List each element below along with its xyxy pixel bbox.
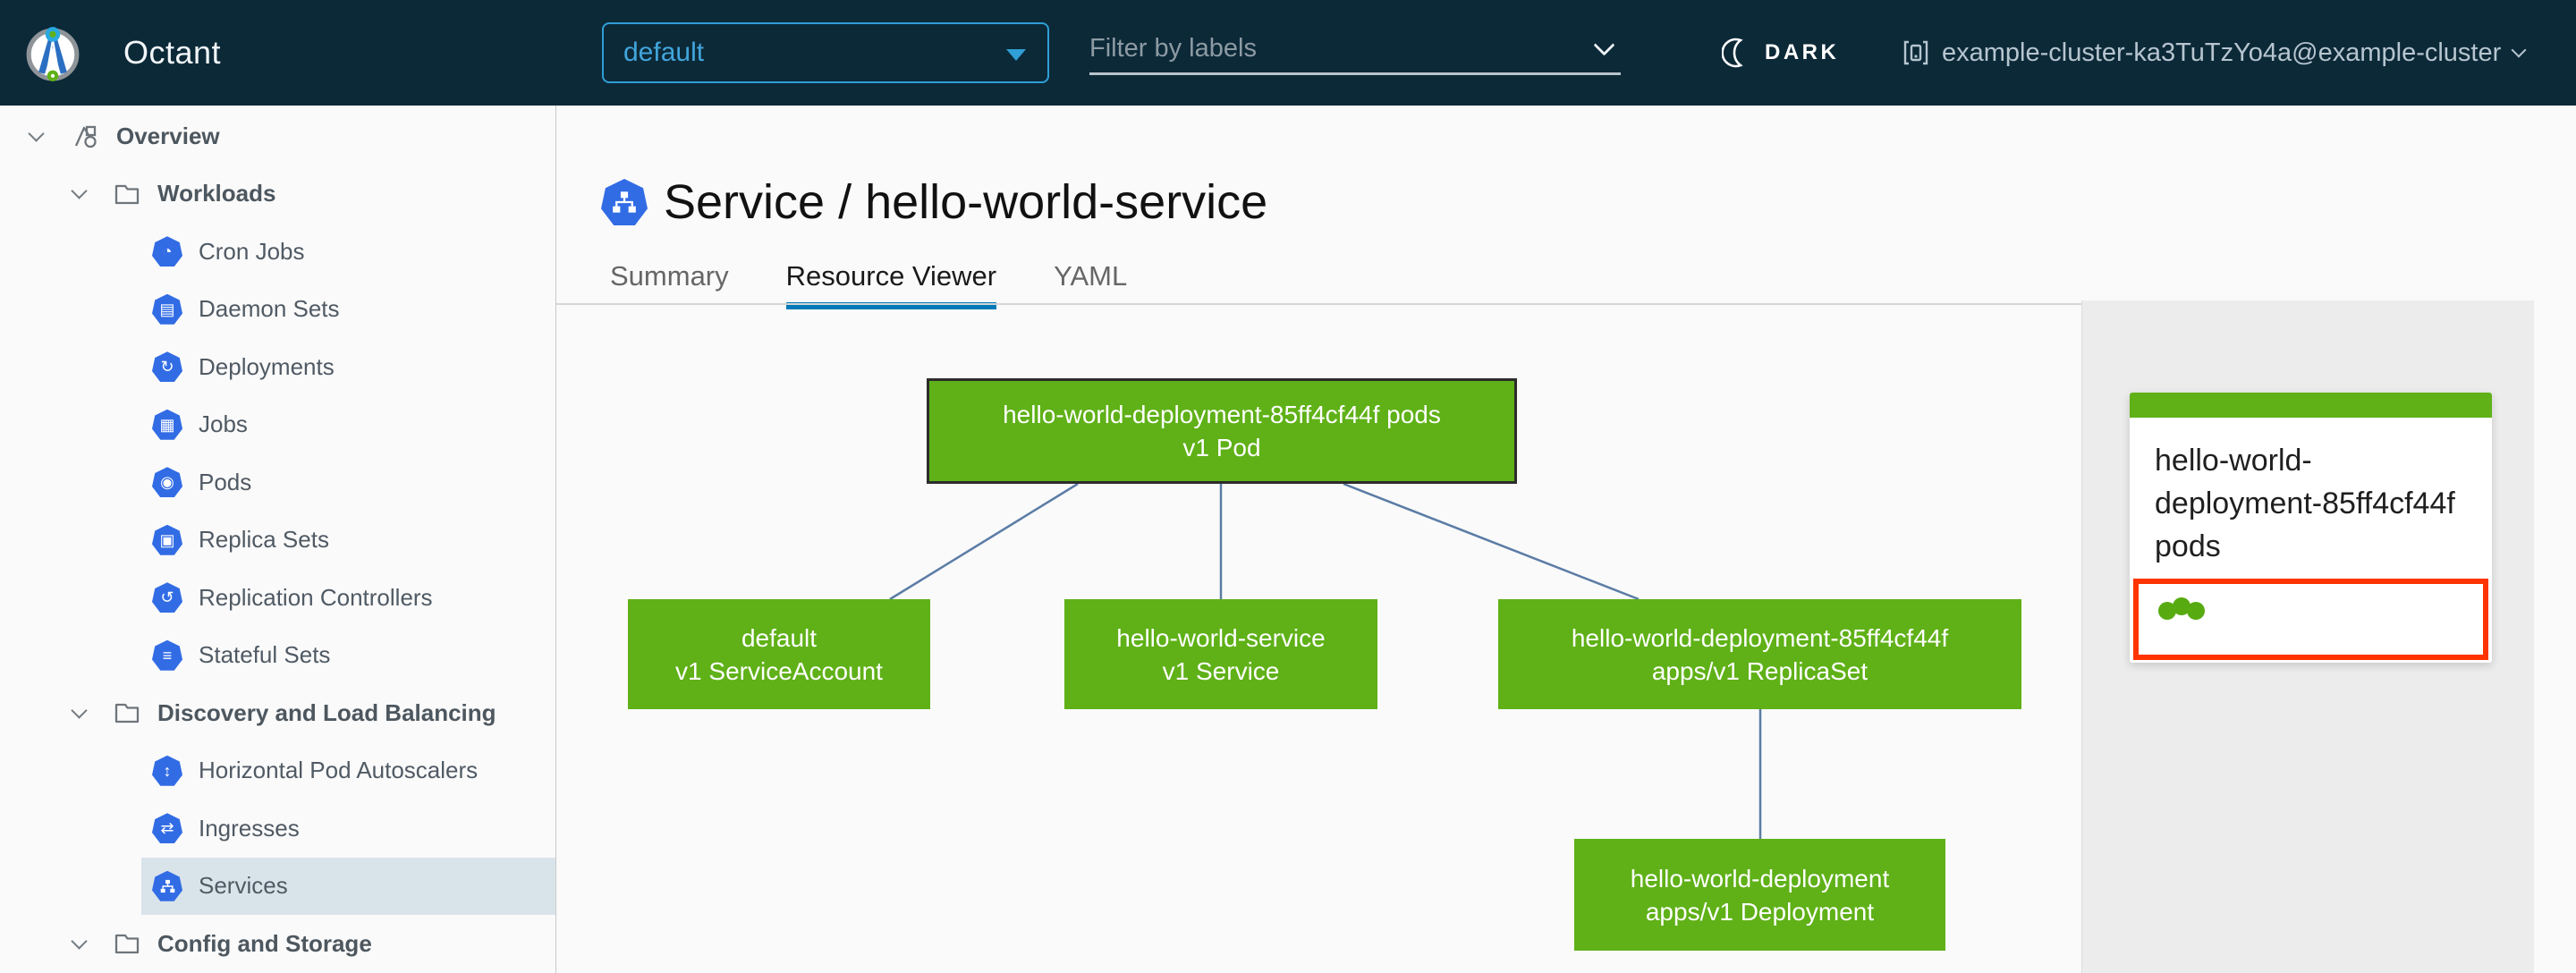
chevron-down-icon[interactable] [68, 702, 89, 719]
sidebar-nav: Overview Workloads ◔ Cron Jobs ▤ Daemon … [0, 106, 556, 973]
stateful-sets-icon: ≡ [152, 639, 182, 671]
sidebar-item-services[interactable]: Services [0, 857, 555, 916]
pod-group-card[interactable]: hello-world-deployment-85ff4cf44f pods [2130, 393, 2492, 663]
deployments-icon: ↻ [152, 351, 182, 383]
sidebar-item-deployments[interactable]: ↻ Deployments [0, 338, 555, 396]
sidebar-group-workloads[interactable]: Workloads [0, 165, 555, 224]
cron-jobs-icon: ◔ [152, 236, 182, 267]
jobs-icon: ▦ [152, 409, 182, 440]
folder-icon [114, 184, 140, 204]
label-filter-input[interactable] [1089, 27, 1555, 70]
folder-icon [114, 935, 140, 954]
card-title: hello-world-deployment-85ff4cf44f pods [2155, 444, 2455, 563]
pod-status-dots [2139, 584, 2483, 620]
sidebar-item-daemon-sets[interactable]: ▤ Daemon Sets [0, 281, 555, 339]
folder-icon [114, 704, 140, 723]
sidebar-item-jobs[interactable]: ▦ Jobs [0, 396, 555, 454]
pod-status-highlight [2133, 579, 2488, 660]
replica-sets-icon: ▣ [152, 524, 182, 555]
replication-controllers-icon: ↺ [152, 582, 182, 613]
sidebar-group-config-and-storage[interactable]: Config and Storage [0, 915, 555, 973]
overview-icon [74, 126, 97, 148]
ingresses-icon: ⇄ [152, 813, 182, 844]
context-label: example-cluster-ka3TuTzYo4a@example-clus… [1942, 38, 2502, 67]
main-content: Service / hello-world-service Summary Re… [556, 106, 2576, 973]
context-selector[interactable]: example-cluster-ka3TuTzYo4a@example-clus… [1902, 0, 2527, 106]
page-title-row: Service / hello-world-service [601, 174, 1267, 230]
sidebar-item-overview[interactable]: Overview [0, 107, 555, 165]
graph-edge [889, 482, 1079, 601]
daemon-sets-icon: ▤ [152, 293, 182, 325]
namespace-dropdown[interactable]: default [602, 22, 1049, 83]
sidebar-item-replication-controllers[interactable]: ↺ Replication Controllers [0, 569, 555, 627]
filter-caret-icon[interactable] [1593, 34, 1615, 56]
pods-icon: ◉ [152, 467, 182, 498]
pod-status-dot[interactable] [2173, 597, 2190, 615]
theme-toggle-label: DARK [1765, 40, 1840, 64]
graph-node-pod[interactable]: hello-world-deployment-85ff4cf44f pods v… [927, 378, 1517, 484]
detail-panel: hello-world-deployment-85ff4cf44f pods [2081, 300, 2534, 973]
graph-node-service[interactable]: hello-world-service v1 Service [1064, 599, 1377, 709]
dropdown-caret-icon [1006, 49, 1026, 61]
chevron-down-icon[interactable] [68, 933, 89, 950]
service-icon [601, 179, 648, 225]
resource-graph: hello-world-deployment-85ff4cf44f pods v… [556, 300, 2081, 973]
sidebar-group-discovery-load-balancing[interactable]: Discovery and Load Balancing [0, 684, 555, 742]
sidebar-item-ingresses[interactable]: ⇄ Ingresses [0, 800, 555, 858]
namespace-value: default [623, 38, 705, 67]
label-filter [1089, 27, 1621, 75]
octant-logo [26, 27, 80, 81]
sidebar-item-stateful-sets[interactable]: ≡ Stateful Sets [0, 627, 555, 685]
moon-icon [1722, 38, 1743, 68]
graph-node-deployment[interactable]: hello-world-deployment apps/v1 Deploymen… [1574, 839, 1945, 951]
sidebar-item-cron-jobs[interactable]: ◔ Cron Jobs [0, 223, 555, 281]
graph-node-serviceaccount[interactable]: default v1 ServiceAccount [628, 599, 930, 709]
cluster-icon [1903, 40, 1928, 65]
app-title: Octant [123, 34, 222, 71]
chevron-down-icon[interactable] [68, 182, 89, 199]
header: Octant default DARK example-cluster-ka3T… [0, 0, 2576, 106]
sidebar-item-replica-sets[interactable]: ▣ Replica Sets [0, 512, 555, 570]
context-caret-icon [2511, 42, 2527, 58]
chevron-down-icon[interactable] [25, 125, 47, 142]
theme-toggle-button[interactable]: DARK [1722, 0, 1839, 106]
sidebar-item-horizontal-pod-autoscalers[interactable]: ↕ Horizontal Pod Autoscalers [0, 742, 555, 800]
octant-window: Octant default DARK example-cluster-ka3T… [0, 0, 2576, 973]
graph-edge [1343, 482, 1640, 601]
graph-node-replicaset[interactable]: hello-world-deployment-85ff4cf44f apps/v… [1498, 599, 2021, 709]
services-icon [152, 870, 182, 901]
card-status-bar [2130, 393, 2492, 418]
sidebar-item-pods[interactable]: ◉ Pods [0, 453, 555, 512]
hpa-icon: ↕ [152, 755, 182, 786]
page-title: Service / hello-world-service [664, 175, 1268, 229]
